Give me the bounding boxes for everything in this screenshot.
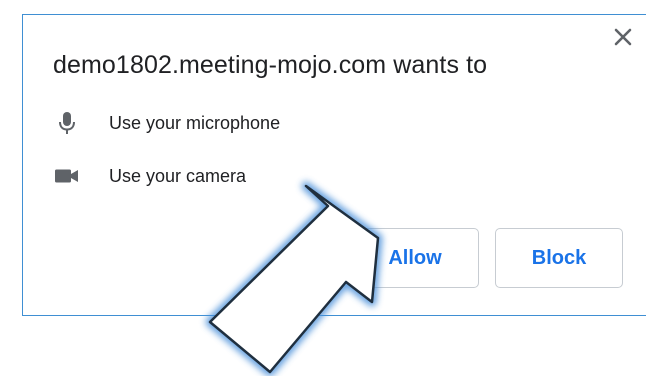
block-button[interactable]: Block (495, 228, 623, 288)
camera-icon (53, 163, 81, 189)
close-icon[interactable] (611, 25, 635, 49)
allow-button[interactable]: Allow (351, 228, 479, 288)
permission-label-camera: Use your camera (109, 165, 247, 186)
permission-label-microphone: Use your microphone (109, 112, 281, 133)
dialog-title: demo1802.meeting-mojo.com wants to (53, 51, 488, 79)
permission-microphone: Use your microphone (53, 110, 280, 136)
permission-camera: Use your camera (53, 163, 246, 189)
microphone-icon (53, 110, 81, 136)
permission-dialog: demo1802.meeting-mojo.com wants to Use y… (22, 14, 646, 316)
